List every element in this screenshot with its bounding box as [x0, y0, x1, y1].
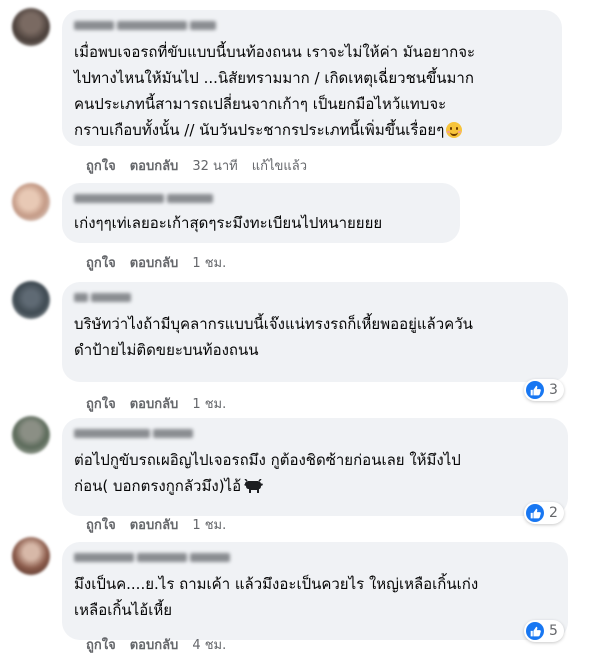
- avatar[interactable]: [12, 183, 50, 221]
- like-button[interactable]: ถูกใจ: [86, 634, 116, 655]
- avatar[interactable]: [12, 416, 50, 454]
- timestamp[interactable]: 1 ชม.: [192, 252, 226, 273]
- reply-button[interactable]: ตอบกลับ: [130, 252, 179, 273]
- comment-actions: ถูกใจ ตอบกลับ 1 ชม.: [86, 252, 226, 273]
- smiling-face-icon: [446, 122, 463, 138]
- comment-text: บริษัทว่าไงถ้ามีบุคลากรแบบนี้เจ๊งแน่ทรงร…: [74, 315, 473, 359]
- author-name-blurred[interactable]: [74, 290, 556, 304]
- comment-actions: ถูกใจ ตอบกลับ 1 ชม.: [86, 393, 226, 414]
- ox-icon: [244, 479, 264, 493]
- author-name-blurred[interactable]: [74, 426, 556, 440]
- comment-actions: ถูกใจ ตอบกลับ 32 นาที แก้ไขแล้ว: [86, 155, 307, 176]
- author-name-blurred[interactable]: [74, 550, 556, 564]
- author-name-blurred[interactable]: [74, 18, 550, 32]
- timestamp[interactable]: 32 นาที: [192, 155, 237, 176]
- comment-text: มึงเป็นค....ย.ไร ถามเค้า แล้วมึงอะเป็นคว…: [74, 575, 479, 619]
- like-button[interactable]: ถูกใจ: [86, 393, 116, 414]
- comment-bubble: ต่อไปกูขับรถเผอิญไปเจอรถมึง กูต้องชิดซ้า…: [62, 418, 568, 516]
- avatar[interactable]: [12, 8, 50, 46]
- comment-bubble: เก่งๆๆเท่เลยอะเก้าสุดๆระมึงทะเบียนไปหนาย…: [62, 183, 460, 243]
- like-button[interactable]: ถูกใจ: [86, 155, 116, 176]
- comment-text: ต่อไปกูขับรถเผอิญไปเจอรถมึง กูต้องชิดซ้า…: [74, 451, 461, 495]
- comment-text: เก่งๆๆเท่เลยอะเก้าสุดๆระมึงทะเบียนไปหนาย…: [74, 214, 383, 232]
- reaction-count[interactable]: 2: [524, 502, 564, 524]
- timestamp[interactable]: 1 ชม.: [192, 514, 226, 535]
- reaction-count[interactable]: 5: [524, 620, 564, 642]
- like-button[interactable]: ถูกใจ: [86, 514, 116, 535]
- like-icon: [526, 504, 544, 522]
- timestamp[interactable]: 1 ชม.: [192, 393, 226, 414]
- author-name-blurred[interactable]: [74, 191, 448, 205]
- like-icon: [526, 622, 544, 640]
- comment-actions: ถูกใจ ตอบกลับ 4 ชม.: [86, 634, 226, 655]
- reply-button[interactable]: ตอบกลับ: [130, 634, 179, 655]
- comment-actions: ถูกใจ ตอบกลับ 1 ชม.: [86, 514, 226, 535]
- comment-bubble: บริษัทว่าไงถ้ามีบุคลากรแบบนี้เจ๊งแน่ทรงร…: [62, 282, 568, 382]
- like-icon: [526, 381, 544, 399]
- reaction-count[interactable]: 3: [524, 379, 564, 401]
- avatar[interactable]: [12, 281, 50, 319]
- edited-label: แก้ไขแล้ว: [251, 159, 308, 174]
- reply-button[interactable]: ตอบกลับ: [130, 155, 179, 176]
- timestamp[interactable]: 4 ชม.: [192, 634, 226, 655]
- like-button[interactable]: ถูกใจ: [86, 252, 116, 273]
- comment-bubble: มึงเป็นค....ย.ไร ถามเค้า แล้วมึงอะเป็นคว…: [62, 542, 568, 640]
- comment-text: เมื่อพบเจอรถที่ขับแบบนี้บนท้องถนน เราจะไ…: [74, 43, 476, 139]
- avatar[interactable]: [12, 537, 50, 575]
- reply-button[interactable]: ตอบกลับ: [130, 514, 179, 535]
- reply-button[interactable]: ตอบกลับ: [130, 393, 179, 414]
- comment-bubble: เมื่อพบเจอรถที่ขับแบบนี้บนท้องถนน เราจะไ…: [62, 10, 562, 146]
